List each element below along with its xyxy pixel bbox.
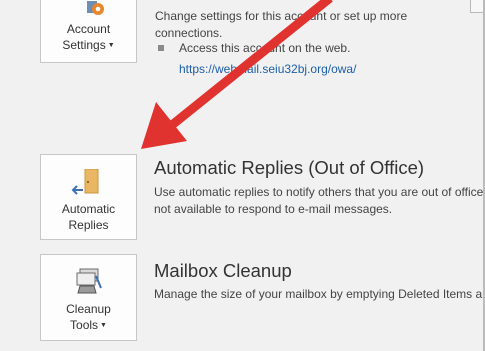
- red-arrow-annotation: [141, 0, 333, 149]
